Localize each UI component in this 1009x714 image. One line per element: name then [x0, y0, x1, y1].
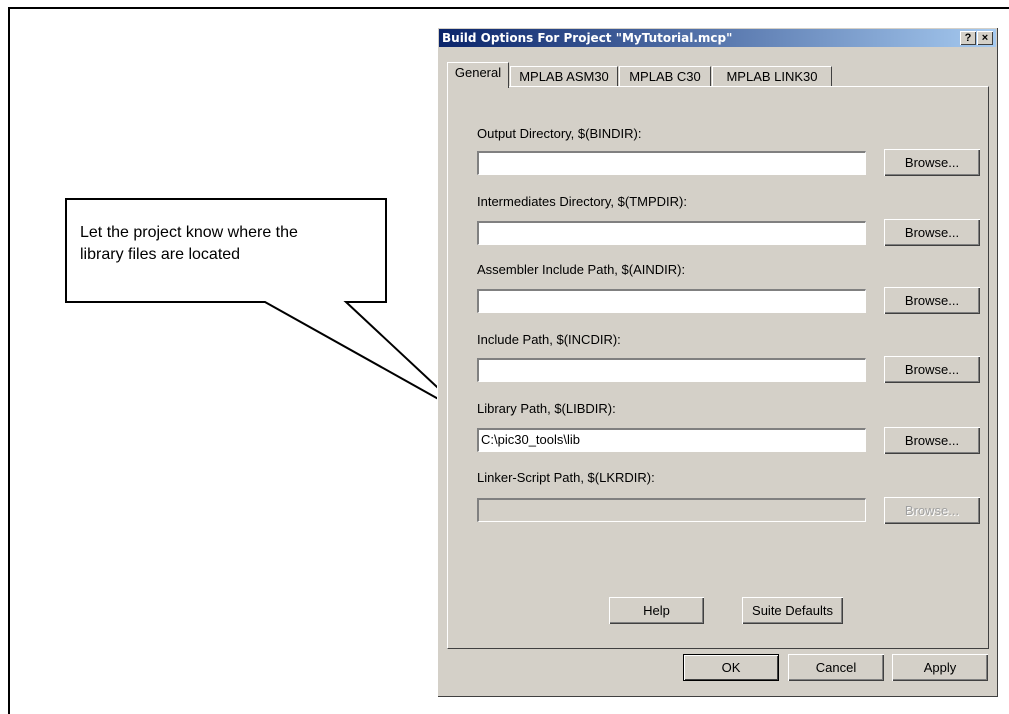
- output-directory-field[interactable]: [477, 151, 866, 175]
- tab-mplab-asm30[interactable]: MPLAB ASM30: [510, 66, 618, 87]
- linker-script-path-label: Linker-Script Path, $(LKRDIR):: [477, 470, 655, 485]
- cancel-button[interactable]: Cancel: [788, 654, 884, 681]
- tab-general[interactable]: General: [447, 62, 509, 88]
- apply-button[interactable]: Apply: [892, 654, 988, 681]
- intermediates-directory-label: Intermediates Directory, $(TMPDIR):: [477, 194, 687, 209]
- intermediates-directory-browse-button[interactable]: Browse...: [884, 219, 980, 246]
- output-directory-label: Output Directory, $(BINDIR):: [477, 126, 642, 141]
- linker-script-path-field: [477, 498, 866, 522]
- assembler-include-path-browse-button[interactable]: Browse...: [884, 287, 980, 314]
- output-directory-browse-button[interactable]: Browse...: [884, 149, 980, 176]
- help-button[interactable]: Help: [609, 597, 704, 624]
- general-tab-panel: Output Directory, $(BINDIR): Browse... I…: [447, 86, 989, 649]
- library-path-browse-button[interactable]: Browse...: [884, 427, 980, 454]
- ok-button[interactable]: OK: [683, 654, 779, 681]
- callout-line-1: Let the project know where the: [80, 224, 298, 241]
- library-path-label: Library Path, $(LIBDIR):: [477, 401, 616, 416]
- title-bar[interactable]: Build Options For Project "MyTutorial.mc…: [439, 29, 996, 47]
- callout-text: Let the project know where the library f…: [80, 222, 298, 266]
- assembler-include-path-label: Assembler Include Path, $(AINDIR):: [477, 262, 686, 277]
- close-icon[interactable]: ×: [977, 31, 993, 45]
- library-path-field[interactable]: C:\pic30_tools\lib: [477, 428, 866, 452]
- assembler-include-path-field[interactable]: [477, 289, 866, 313]
- include-path-browse-button[interactable]: Browse...: [884, 356, 980, 383]
- figure-frame-left: [8, 7, 10, 714]
- include-path-field[interactable]: [477, 358, 866, 382]
- dialog-title: Build Options For Project "MyTutorial.mc…: [442, 31, 733, 45]
- callout-line-2: library files are located: [80, 246, 241, 263]
- tab-mplab-link30[interactable]: MPLAB LINK30: [712, 66, 832, 87]
- intermediates-directory-field[interactable]: [477, 221, 866, 245]
- figure-frame-top: [8, 7, 1009, 9]
- include-path-label: Include Path, $(INCDIR):: [477, 332, 621, 347]
- linker-script-path-browse-button: Browse...: [884, 497, 980, 524]
- build-options-dialog: Build Options For Project "MyTutorial.mc…: [437, 27, 998, 697]
- suite-defaults-button[interactable]: Suite Defaults: [742, 597, 843, 624]
- help-icon[interactable]: ?: [960, 31, 976, 45]
- tab-mplab-c30[interactable]: MPLAB C30: [619, 66, 711, 87]
